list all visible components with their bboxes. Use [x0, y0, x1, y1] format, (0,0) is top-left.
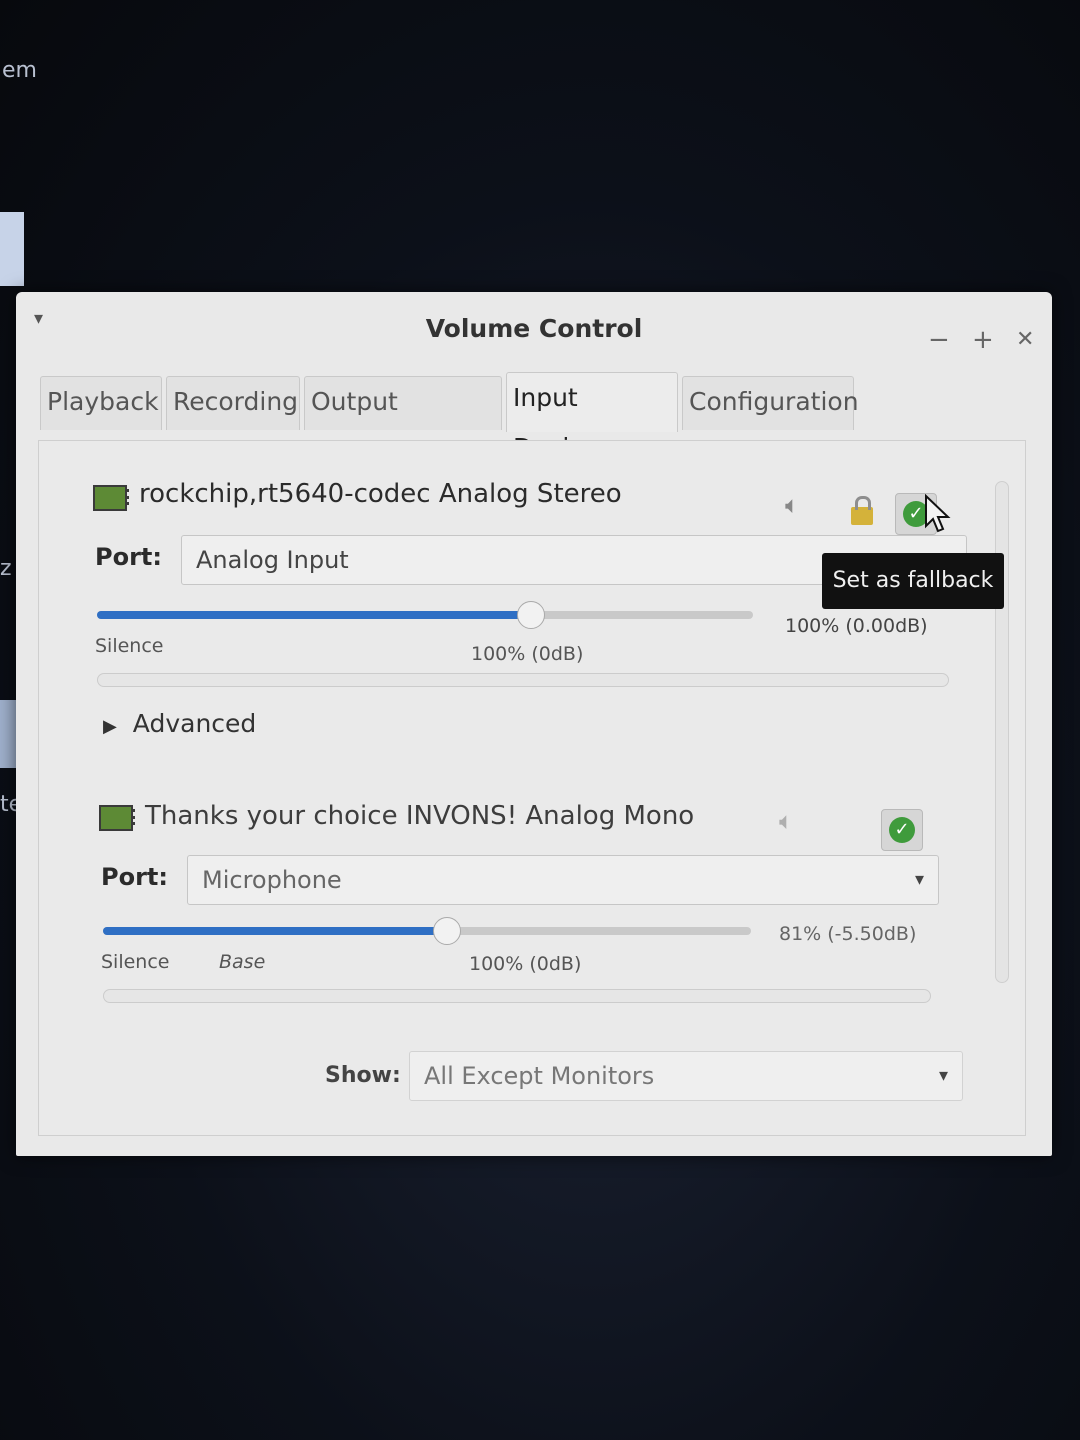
show-label: Show: [325, 1063, 401, 1088]
volume-slider-fill [103, 927, 446, 935]
tab-input-devices[interactable]: Input Devices [506, 372, 678, 462]
volume-slider[interactable] [97, 601, 753, 629]
desktop-text-fragment: em [2, 58, 37, 83]
volume-slider-knob[interactable] [433, 917, 461, 945]
tab-output-devices[interactable]: Output Devices [304, 376, 502, 466]
tab-playback[interactable]: Playback [40, 376, 162, 430]
input-devices-panel: rockchip,rt5640-codec Analog Stereo 🔈︎ ✓… [38, 440, 1026, 1136]
port-select[interactable]: Microphone ▾ [187, 855, 939, 905]
hundred-percent-mark: 100% (0dB) [471, 643, 584, 665]
minimize-button[interactable]: − [928, 327, 950, 353]
advanced-expander[interactable]: ▶ Advanced [103, 709, 256, 738]
port-label: Port: [95, 543, 162, 571]
fallback-tooltip: Set as fallback [822, 553, 1004, 609]
desktop-text-fragment: z [0, 556, 12, 581]
chevron-down-icon: ▾ [914, 869, 924, 890]
show-filter-value: All Except Monitors [424, 1062, 655, 1090]
silence-mark: Silence [101, 951, 170, 973]
tab-recording[interactable]: Recording [166, 376, 300, 430]
tab-configuration[interactable]: Configuration [682, 376, 859, 430]
triangle-right-icon: ▶ [103, 716, 117, 737]
chevron-down-icon: ▾ [938, 1065, 948, 1086]
speaker-mute-icon[interactable]: 🔈︎ [785, 491, 799, 519]
set-fallback-button[interactable]: ✓ [881, 809, 923, 851]
silence-mark: Silence [95, 635, 164, 657]
desktop-panel-edge [0, 212, 24, 286]
port-select-value: Microphone [202, 866, 342, 894]
lock-channels-icon[interactable] [851, 496, 873, 525]
hundred-percent-mark: 100% (0dB) [469, 953, 582, 975]
check-circle-icon: ✓ [889, 817, 915, 843]
base-mark: Base [219, 951, 266, 973]
device-name: rockchip,rt5640-codec Analog Stereo [139, 479, 622, 509]
peak-level-meter [97, 673, 949, 687]
volume-value: 81% (-5.50dB) [779, 923, 917, 945]
volume-control-window: ▾ Volume Control − + ✕ Playback Recordin… [16, 292, 1052, 1156]
sound-card-icon [99, 805, 135, 831]
volume-slider-knob[interactable] [517, 601, 545, 629]
volume-slider-fill [97, 611, 530, 619]
port-select-value: Analog Input [196, 546, 349, 574]
maximize-button[interactable]: + [972, 327, 994, 353]
sound-card-icon [93, 485, 129, 511]
peak-level-meter [103, 989, 931, 1003]
title-bar[interactable]: ▾ Volume Control − + ✕ [16, 292, 1052, 362]
speaker-mute-icon[interactable]: 🔈︎ [779, 807, 793, 835]
device-name: Thanks your choice INVONS! Analog Mono [145, 801, 695, 831]
port-label: Port: [101, 863, 168, 891]
volume-value: 100% (0.00dB) [785, 615, 928, 637]
show-filter-select[interactable]: All Except Monitors ▾ [409, 1051, 963, 1101]
volume-slider[interactable] [103, 917, 751, 945]
close-button[interactable]: ✕ [1016, 329, 1034, 351]
advanced-label: Advanced [132, 709, 257, 738]
window-title: Volume Control [425, 314, 643, 343]
mouse-pointer-icon [925, 494, 951, 533]
